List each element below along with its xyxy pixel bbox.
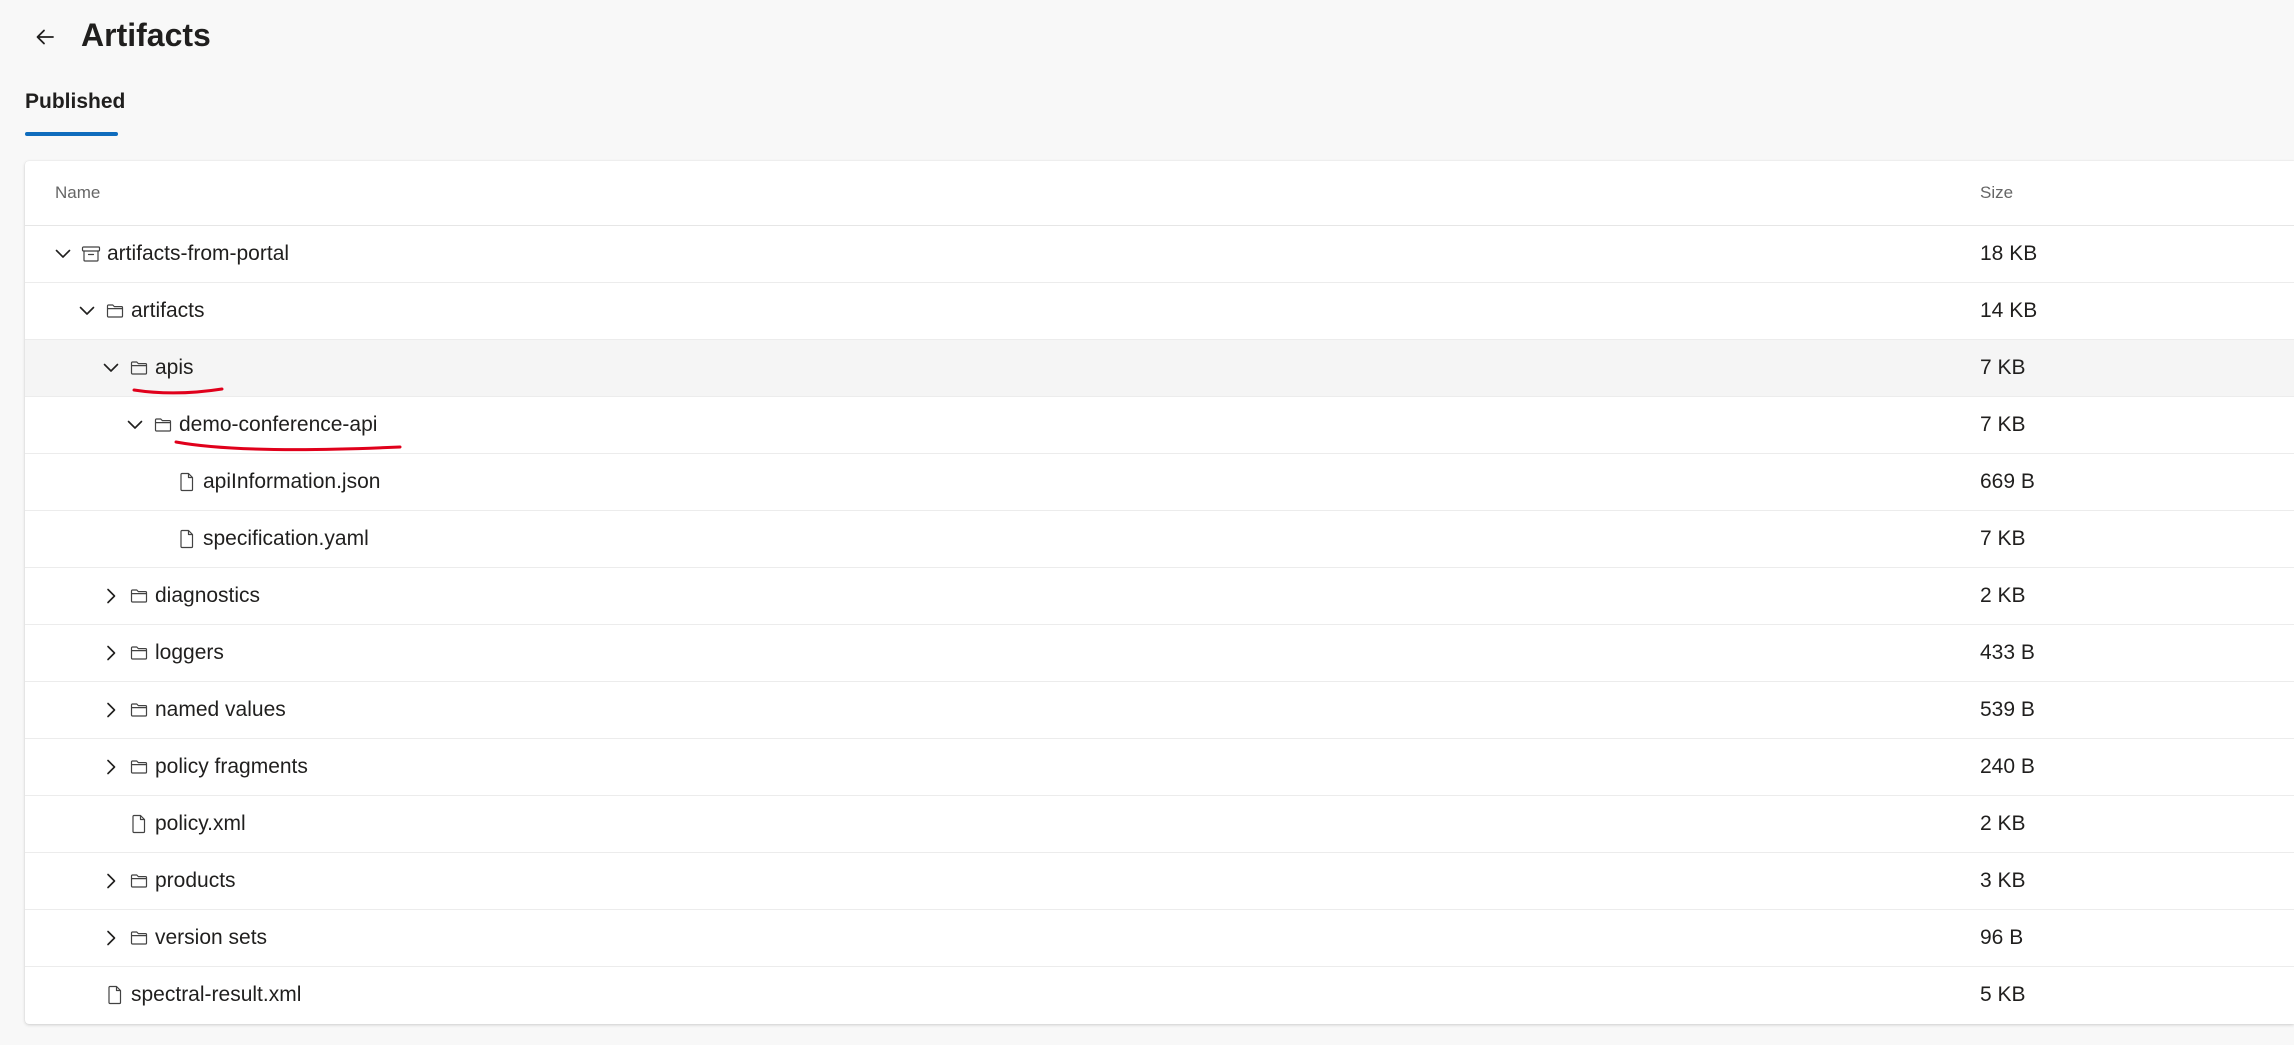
column-header-size[interactable]: Size bbox=[1980, 183, 2013, 203]
back-button[interactable] bbox=[28, 20, 62, 54]
archive-icon bbox=[81, 242, 101, 266]
file-icon bbox=[129, 812, 149, 836]
folder-icon bbox=[129, 755, 149, 779]
row-name[interactable]: apis bbox=[155, 354, 194, 382]
chevron-right-icon[interactable] bbox=[99, 755, 123, 779]
row-name[interactable]: policy.xml bbox=[155, 810, 246, 838]
row-size: 7 KB bbox=[1980, 413, 2026, 436]
chevron-down-icon[interactable] bbox=[51, 242, 75, 266]
row-name[interactable]: diagnostics bbox=[155, 582, 260, 610]
row-size: 2 KB bbox=[1980, 584, 2026, 607]
table-row[interactable]: products 3 KB bbox=[25, 853, 2294, 910]
table-row[interactable]: artifacts-from-portal 18 KB bbox=[25, 226, 2294, 283]
file-icon bbox=[177, 527, 197, 551]
table-row[interactable]: artifacts 14 KB bbox=[25, 283, 2294, 340]
table-row[interactable]: diagnostics 2 KB bbox=[25, 568, 2294, 625]
table-body: artifacts-from-portal 18 KB artifacts 14 KB… bbox=[25, 226, 2294, 1023]
row-size: 433 B bbox=[1980, 641, 2035, 664]
file-icon bbox=[177, 470, 197, 494]
row-name[interactable]: products bbox=[155, 867, 236, 895]
row-name[interactable]: named values bbox=[155, 696, 286, 724]
row-size: 14 KB bbox=[1980, 299, 2038, 322]
folder-icon bbox=[129, 584, 149, 608]
row-name[interactable]: artifacts-from-portal bbox=[107, 240, 289, 268]
table-row[interactable]: apis 7 KB bbox=[25, 340, 2294, 397]
row-size: 96 B bbox=[1980, 926, 2024, 949]
table-row[interactable]: policy.xml 2 KB bbox=[25, 796, 2294, 853]
row-size: 18 KB bbox=[1980, 242, 2038, 265]
folder-icon bbox=[129, 641, 149, 665]
chevron-down-icon[interactable] bbox=[123, 413, 147, 437]
chevron-down-icon[interactable] bbox=[75, 299, 99, 323]
row-size: 240 B bbox=[1980, 755, 2035, 778]
chevron-right-icon[interactable] bbox=[99, 641, 123, 665]
table-row[interactable]: specification.yaml 7 KB bbox=[25, 511, 2294, 568]
tab-selected-indicator bbox=[25, 132, 118, 136]
folder-icon bbox=[129, 926, 149, 950]
table-row[interactable]: named values 539 B bbox=[25, 682, 2294, 739]
page-header: Artifacts Published bbox=[0, 0, 2294, 160]
row-name[interactable]: loggers bbox=[155, 639, 224, 667]
file-icon bbox=[105, 983, 125, 1007]
artifacts-table: Name Size artifacts-from-portal 18 KB arti… bbox=[25, 161, 2294, 1024]
row-name[interactable]: apiInformation.json bbox=[203, 468, 380, 496]
row-name[interactable]: artifacts bbox=[131, 297, 205, 325]
row-name[interactable]: specification.yaml bbox=[203, 525, 369, 553]
table-row[interactable]: version sets 96 B bbox=[25, 910, 2294, 967]
folder-icon bbox=[153, 413, 173, 437]
table-row[interactable]: demo-conference-api 7 KB bbox=[25, 397, 2294, 454]
arrow-left-icon bbox=[36, 29, 54, 45]
folder-icon bbox=[129, 869, 149, 893]
table-row[interactable]: loggers 433 B bbox=[25, 625, 2294, 682]
row-name[interactable]: demo-conference-api bbox=[179, 411, 377, 439]
tab-published[interactable]: Published bbox=[25, 86, 125, 118]
column-header-name[interactable]: Name bbox=[55, 183, 100, 203]
row-size: 3 KB bbox=[1980, 869, 2026, 892]
table-row[interactable]: policy fragments 240 B bbox=[25, 739, 2294, 796]
row-size: 7 KB bbox=[1980, 356, 2026, 379]
row-size: 539 B bbox=[1980, 698, 2035, 721]
row-size: 2 KB bbox=[1980, 812, 2026, 835]
table-row[interactable]: spectral-result.xml 5 KB bbox=[25, 967, 2294, 1023]
chevron-right-icon[interactable] bbox=[99, 698, 123, 722]
row-size: 5 KB bbox=[1980, 983, 2026, 1006]
row-name[interactable]: policy fragments bbox=[155, 753, 308, 781]
table-header: Name Size bbox=[25, 161, 2294, 226]
chevron-down-icon[interactable] bbox=[99, 356, 123, 380]
chevron-right-icon[interactable] bbox=[99, 926, 123, 950]
folder-icon bbox=[129, 698, 149, 722]
chevron-right-icon[interactable] bbox=[99, 869, 123, 893]
page-title: Artifacts bbox=[81, 17, 211, 53]
row-name[interactable]: version sets bbox=[155, 924, 267, 952]
row-size: 7 KB bbox=[1980, 527, 2026, 550]
row-name[interactable]: spectral-result.xml bbox=[131, 981, 301, 1009]
chevron-right-icon[interactable] bbox=[99, 584, 123, 608]
folder-icon bbox=[105, 299, 125, 323]
row-size: 669 B bbox=[1980, 470, 2035, 493]
table-row[interactable]: apiInformation.json 669 B bbox=[25, 454, 2294, 511]
folder-icon bbox=[129, 356, 149, 380]
